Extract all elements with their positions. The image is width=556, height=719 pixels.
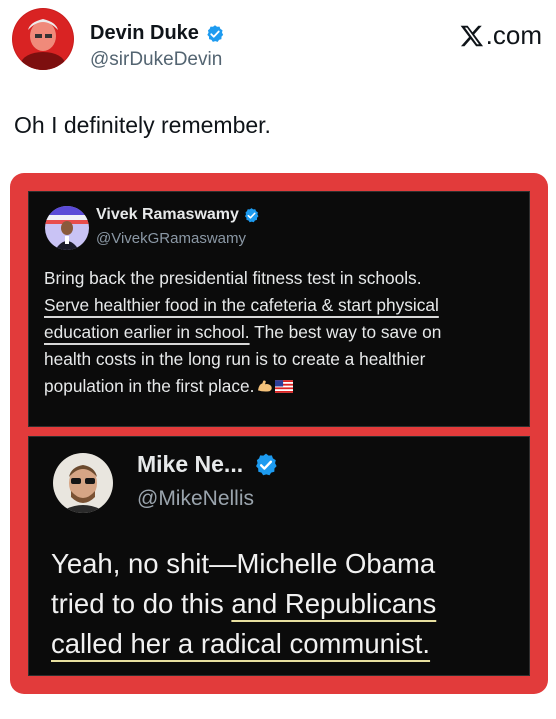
vivek-handle: @VivekGRamaswamy bbox=[96, 230, 246, 247]
text-run: health costs in the long run is to creat… bbox=[44, 349, 426, 369]
us-flag-emoji bbox=[275, 380, 294, 393]
post-line: Yeah, no shit—Michelle Obama bbox=[51, 544, 521, 584]
post-line: health costs in the long run is to creat… bbox=[44, 346, 522, 373]
post-line: Bring back the presidential fitness test… bbox=[44, 265, 522, 292]
x-logo-icon bbox=[460, 25, 483, 46]
x-brand: .com bbox=[459, 20, 542, 51]
tweet-text: Oh I definitely remember. bbox=[14, 112, 271, 138]
vivek-post-text: Bring back the presidential fitness test… bbox=[44, 265, 522, 400]
author-handle[interactable]: @sirDukeDevin bbox=[90, 49, 222, 71]
underlined-text-run: Serve healthier food in the cafeteria & … bbox=[44, 295, 439, 315]
post-line: called her a radical communist. bbox=[51, 624, 521, 664]
verified-badge-icon bbox=[256, 453, 277, 475]
underlined-text-run: called her a radical communist. bbox=[51, 628, 431, 659]
quoted-post-mike: Mike Ne... @MikeNellis Yeah, no shit—Mic… bbox=[28, 436, 530, 676]
author-name[interactable]: Devin Duke bbox=[90, 22, 199, 45]
text-run: Bring back the presidential fitness test… bbox=[44, 268, 422, 288]
post-line: tried to do this and Republicans bbox=[51, 584, 521, 624]
tweet-header: Devin Duke @sirDukeDevin .com bbox=[12, 8, 542, 72]
x-brand-label: .com bbox=[485, 20, 542, 50]
verified-badge-icon bbox=[207, 24, 224, 42]
author-avatar[interactable] bbox=[12, 8, 74, 70]
text-run: The best way to save on bbox=[249, 322, 442, 342]
quoted-post-vivek: Vivek Ramaswamy @VivekGRamaswamy Bring b… bbox=[28, 191, 530, 427]
mike-avatar bbox=[53, 453, 113, 513]
author-name-row: Devin Duke bbox=[90, 22, 225, 45]
mike-post-text: Yeah, no shit—Michelle Obama tried to do… bbox=[51, 544, 521, 664]
vivek-avatar bbox=[45, 206, 89, 250]
post-line: population in the first place. bbox=[44, 373, 522, 400]
text-run: tried to do this bbox=[51, 588, 232, 619]
underlined-text-run: education earlier in school. bbox=[44, 322, 250, 342]
mike-handle: @MikeNellis bbox=[137, 487, 254, 510]
vivek-name: Vivek Ramaswamy bbox=[96, 206, 239, 223]
underlined-text-run: and Republicans bbox=[231, 588, 437, 619]
post-line: Serve healthier food in the cafeteria & … bbox=[44, 292, 522, 319]
text-run: population in the first place. bbox=[44, 376, 255, 396]
quoted-image-frame[interactable]: Vivek Ramaswamy @VivekGRamaswamy Bring b… bbox=[10, 173, 548, 694]
verified-badge-icon bbox=[244, 207, 259, 222]
mike-name-row: Mike Ne... bbox=[137, 451, 279, 478]
flexed-biceps-emoji bbox=[258, 380, 273, 392]
text-run: Yeah, no shit—Michelle Obama bbox=[51, 548, 436, 579]
post-line: education earlier in school. The best wa… bbox=[44, 319, 522, 346]
mike-name: Mike Ne... bbox=[137, 451, 244, 477]
vivek-name-row: Vivek Ramaswamy bbox=[96, 206, 260, 224]
